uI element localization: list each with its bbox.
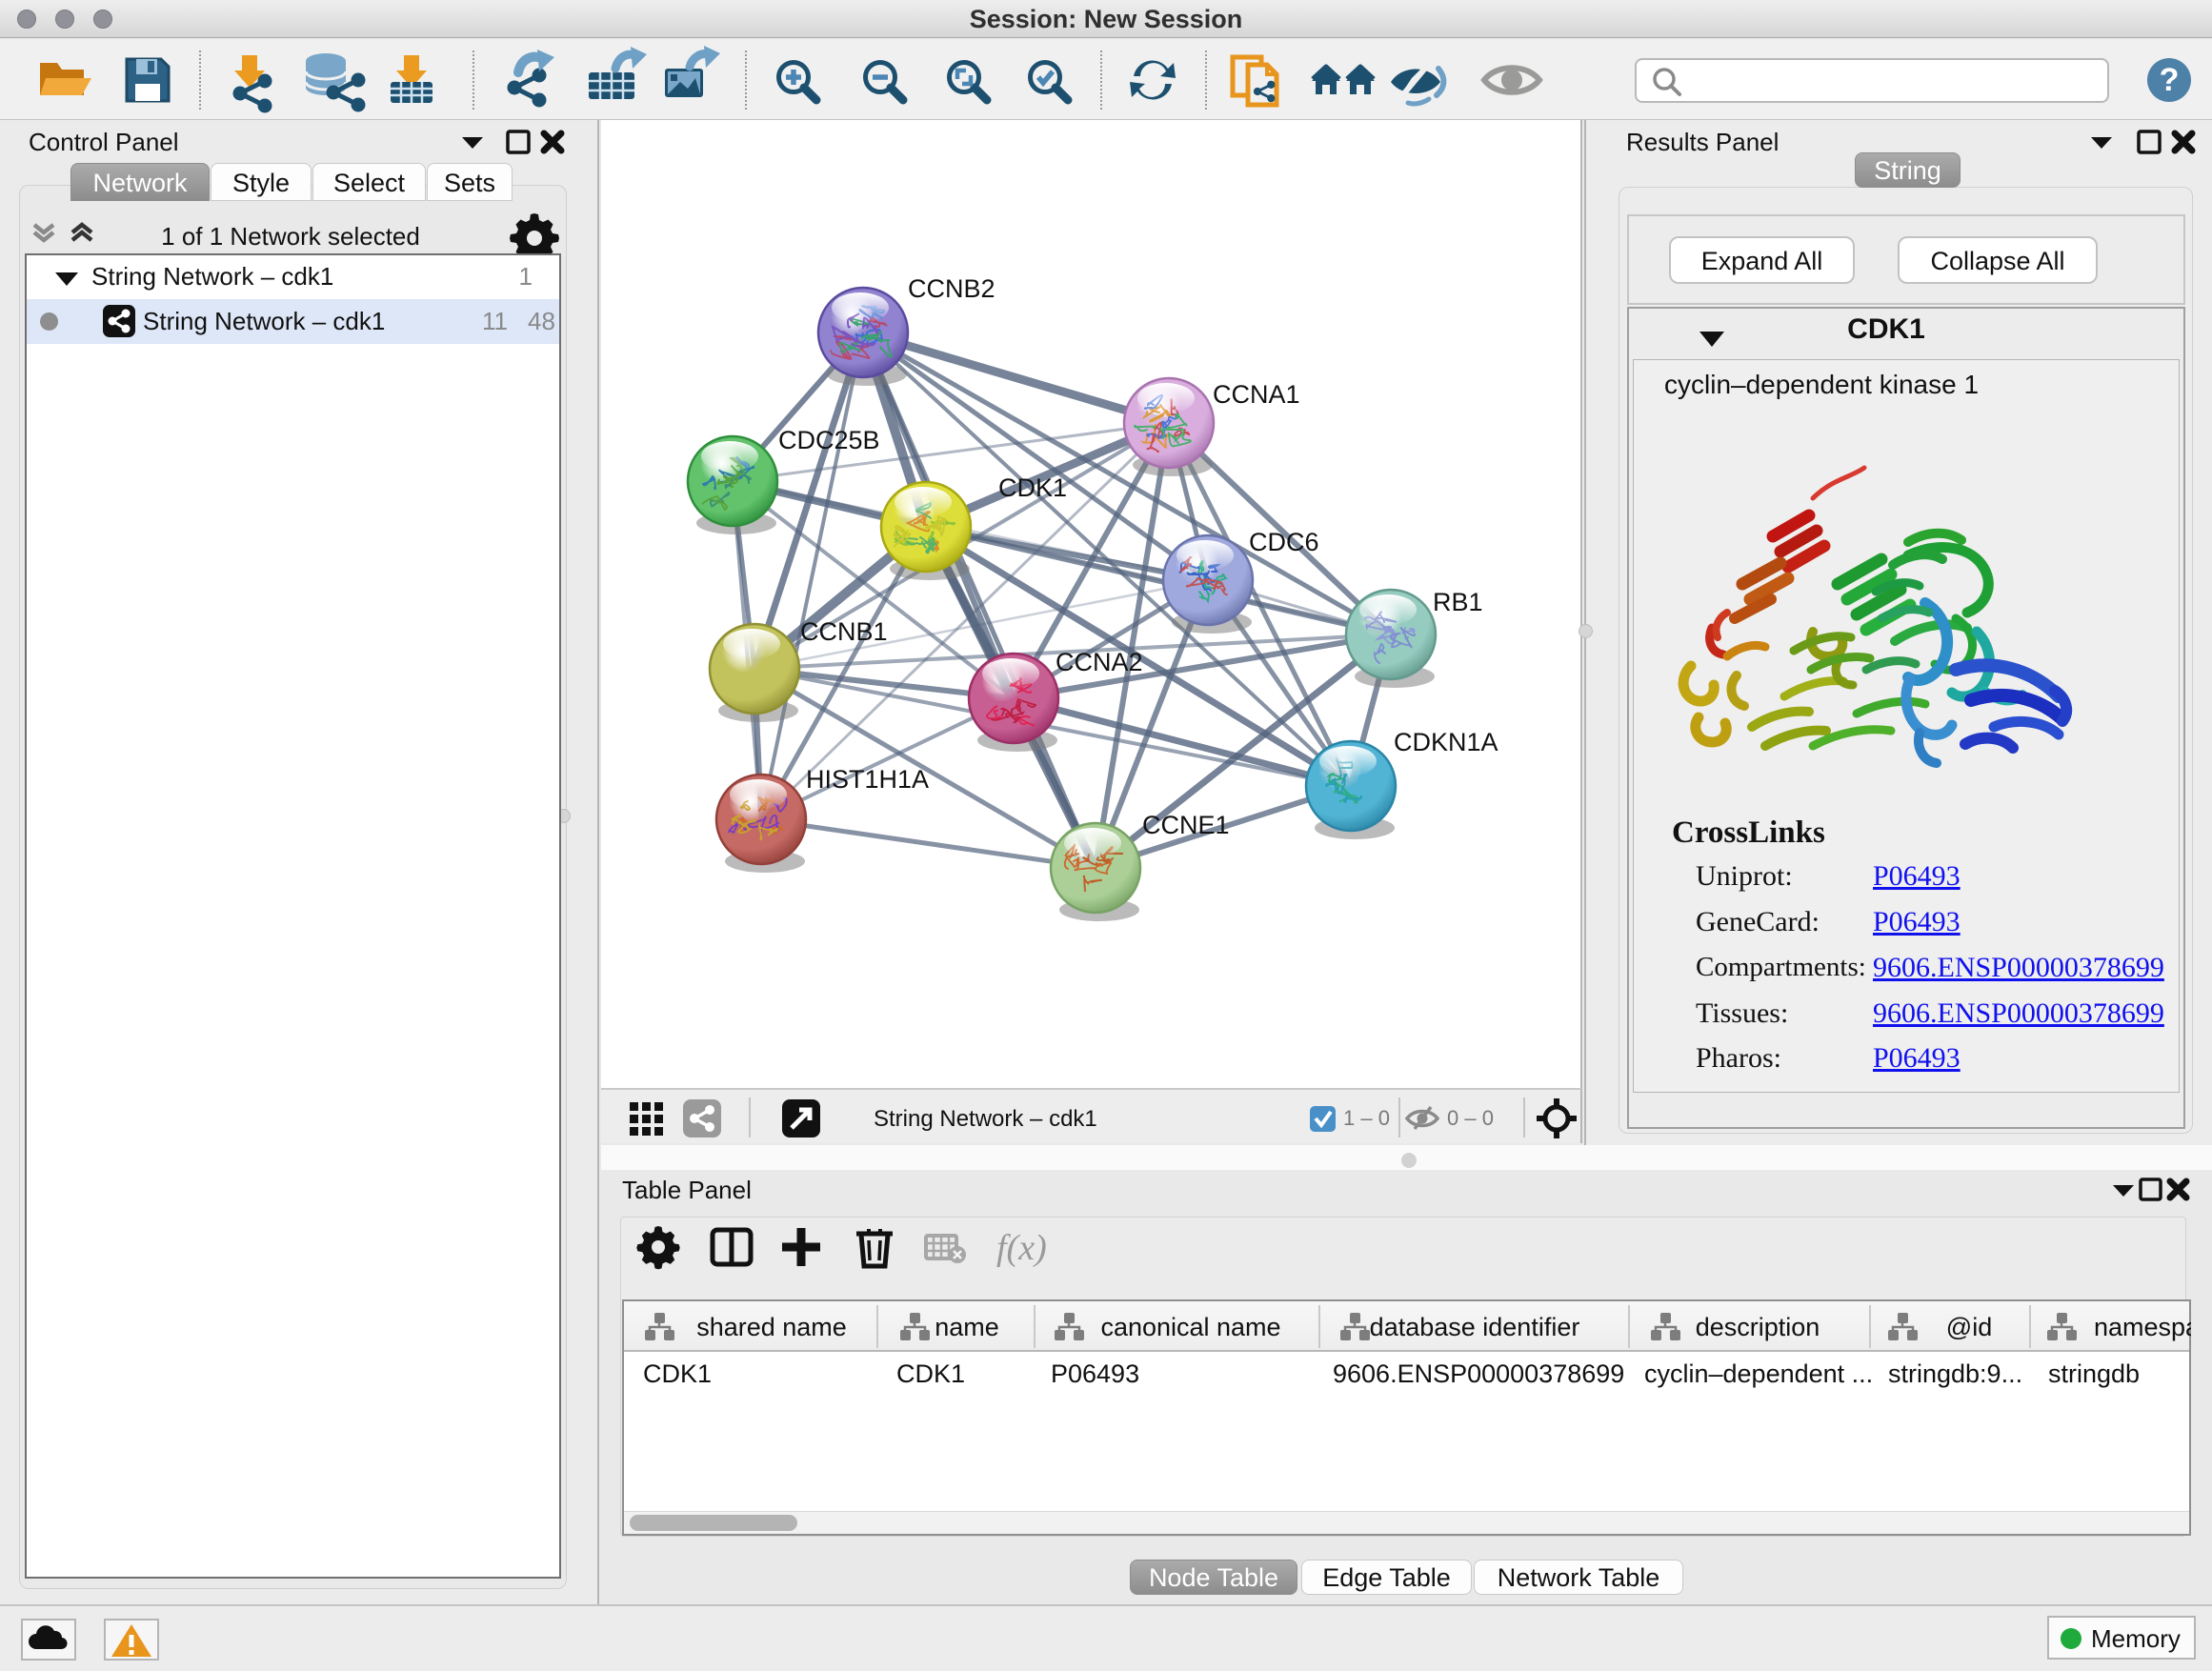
svg-text:f(x): f(x): [996, 1228, 1047, 1268]
svg-text:CDKN1A: CDKN1A: [1394, 728, 1498, 756]
svg-text:CDK1: CDK1: [896, 1359, 965, 1388]
svg-text:shared name: shared name: [696, 1313, 847, 1341]
svg-text:canonical name: canonical name: [1100, 1313, 1280, 1341]
svg-text:9606.ENSP00000378699: 9606.ENSP00000378699: [1333, 1359, 1624, 1388]
svg-text:stringdb:9...: stringdb:9...: [1888, 1359, 2022, 1388]
svg-text:CCNE1: CCNE1: [1142, 811, 1230, 839]
svg-text:1 – 0: 1 – 0: [1343, 1106, 1390, 1130]
svg-text:P06493: P06493: [1051, 1359, 1139, 1388]
svg-text:String Network – cdk1: String Network – cdk1: [874, 1106, 1097, 1132]
svg-text:CDC6: CDC6: [1249, 528, 1319, 556]
svg-text:@id: @id: [1946, 1313, 1992, 1341]
svg-text:CCNB2: CCNB2: [908, 274, 995, 303]
svg-text:database identifier: database identifier: [1370, 1313, 1580, 1341]
svg-text:CDK1: CDK1: [643, 1359, 712, 1388]
svg-text:0 – 0: 0 – 0: [1447, 1106, 1494, 1130]
svg-text:cyclin–dependent ...: cyclin–dependent ...: [1644, 1359, 1873, 1388]
svg-text:name: name: [935, 1313, 999, 1341]
svg-text:CCNB1: CCNB1: [800, 617, 888, 646]
svg-text:CDC25B: CDC25B: [778, 426, 880, 454]
svg-text:CDK1: CDK1: [998, 473, 1067, 502]
svg-text:RB1: RB1: [1433, 588, 1483, 616]
svg-text:stringdb: stringdb: [2048, 1359, 2140, 1388]
svg-text:namespace: namespace: [2094, 1313, 2191, 1341]
svg-text:description: description: [1696, 1313, 1820, 1341]
svg-text:CCNA2: CCNA2: [1056, 648, 1143, 676]
svg-text:HIST1H1A: HIST1H1A: [806, 765, 929, 794]
svg-text:CCNA1: CCNA1: [1213, 380, 1300, 409]
